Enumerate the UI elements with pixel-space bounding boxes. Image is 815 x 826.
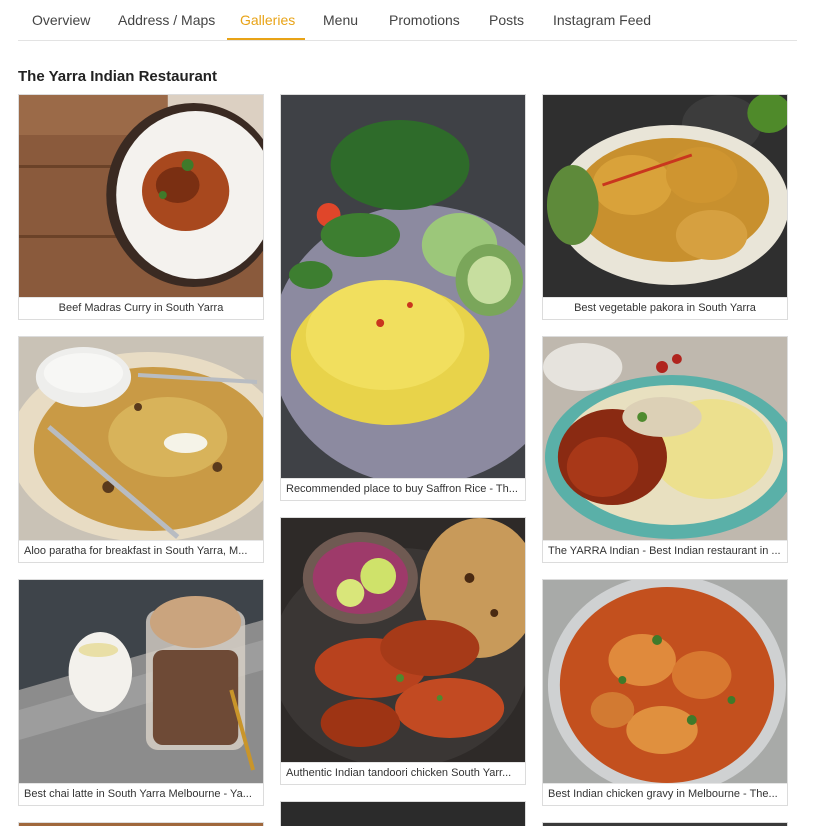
gallery-photo-saffron-rice [281,95,525,479]
gallery-photo-partial [281,802,525,826]
gallery-item[interactable]: Recommended place to buy Saffron Rice - … [280,94,526,501]
gallery-item[interactable]: Best vegetable pakora in South Yarra [542,94,788,320]
gallery-caption: Aloo paratha for breakfast in South Yarr… [19,540,263,562]
gallery-caption: Recommended place to buy Saffron Rice - … [281,478,525,500]
tab-address-maps[interactable]: Address / Maps [118,12,215,28]
tab-posts[interactable]: Posts [489,12,524,28]
gallery-caption: Beef Madras Curry in South Yarra [19,297,263,319]
tab-menu[interactable]: Menu [323,12,358,28]
gallery-tabs: Overview Address / Maps Galleries Menu P… [18,0,797,41]
gallery-photo-tandoori [281,518,525,763]
gallery-caption: Best Indian chicken gravy in Melbourne -… [543,783,787,805]
gallery-caption: Best chai latte in South Yarra Melbourne… [19,783,263,805]
gallery-photo-chai [19,580,263,784]
gallery-item[interactable] [280,801,526,826]
gallery-item[interactable]: Aloo paratha for breakfast in South Yarr… [18,336,264,563]
gallery-item[interactable]: Authentic Indian tandoori chicken South … [280,517,526,785]
tab-galleries[interactable]: Galleries [240,12,295,28]
gallery-item[interactable] [18,822,264,826]
gallery-caption: Authentic Indian tandoori chicken South … [281,762,525,784]
gallery-caption: The YARRA Indian - Best Indian restauran… [543,540,787,562]
gallery-item[interactable]: Best Indian chicken gravy in Melbourne -… [542,579,788,806]
gallery-item[interactable]: The YARRA Indian - Best Indian restauran… [542,336,788,563]
gallery-photo-paratha [19,337,263,541]
gallery-photo-curry-plate [19,95,263,298]
gallery-title: The Yarra Indian Restaurant [18,68,217,85]
gallery-caption: Best vegetable pakora in South Yarra [543,297,787,319]
gallery-item[interactable]: Best chai latte in South Yarra Melbourne… [18,579,264,806]
gallery-photo-chicken-gravy [543,580,787,784]
gallery-item[interactable] [542,822,788,826]
tab-instagram-feed[interactable]: Instagram Feed [553,12,651,28]
gallery-item[interactable]: Beef Madras Curry in South Yarra [18,94,264,320]
active-tab-indicator [227,38,305,40]
gallery-photo-pakora [543,95,787,298]
gallery-photo-curry-rice [543,337,787,541]
tab-promotions[interactable]: Promotions [389,12,460,28]
tab-overview[interactable]: Overview [32,12,90,28]
